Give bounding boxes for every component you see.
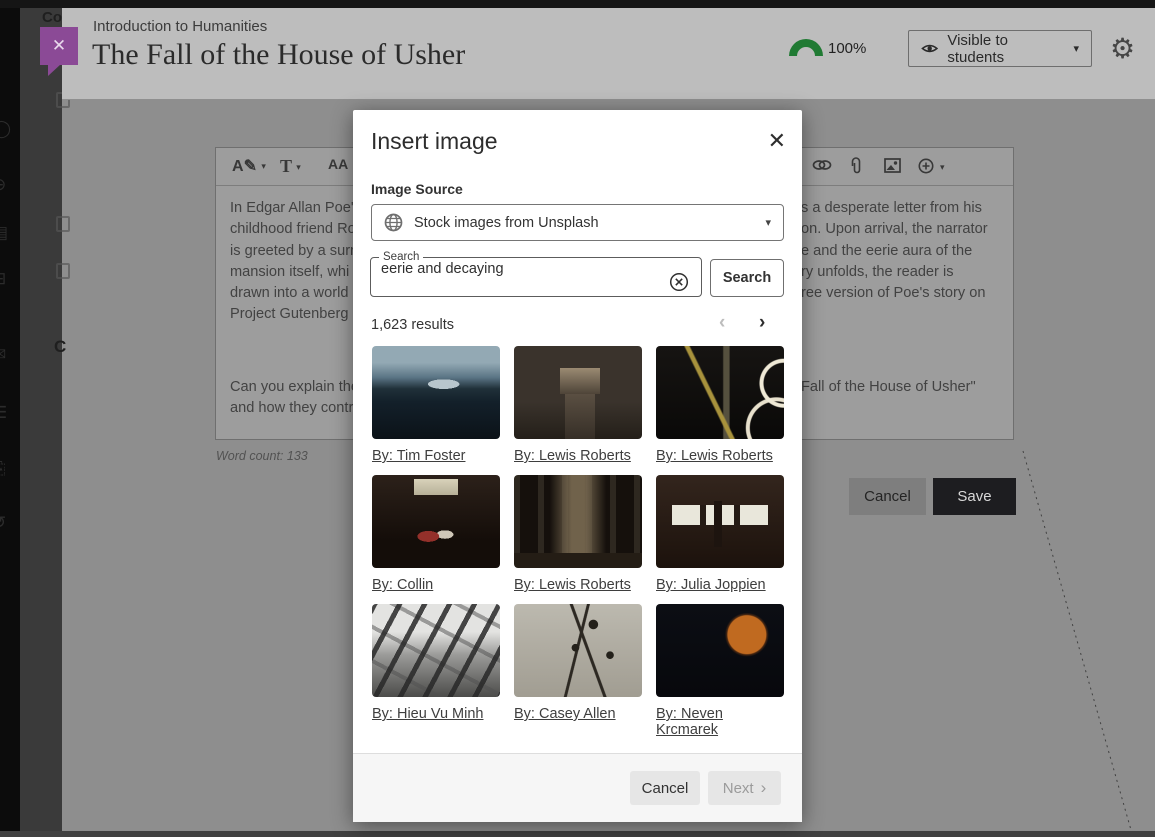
stock-image-abandoned-hall[interactable] xyxy=(372,475,500,568)
search-input[interactable] xyxy=(371,261,621,285)
image-results-grid: By: Tim Foster By: Lewis Roberts By: Lew… xyxy=(372,346,787,733)
insert-image-modal: Insert image ✕ Image Source Stock images… xyxy=(353,110,802,822)
image-source-label: Image Source xyxy=(371,181,463,197)
photographer-credit-link[interactable]: By: Tim Foster xyxy=(372,448,465,464)
modal-cancel-button[interactable]: Cancel xyxy=(630,771,700,805)
stock-image-ring-lights[interactable] xyxy=(656,346,784,439)
photographer-credit-link[interactable]: By: Lewis Roberts xyxy=(514,577,631,593)
image-source-value: Stock images from Unsplash xyxy=(414,215,599,231)
photographer-credit-link[interactable]: By: Casey Allen xyxy=(514,706,616,722)
image-result-cell: By: Lewis Roberts xyxy=(656,346,784,475)
stock-image-corridor[interactable] xyxy=(514,475,642,568)
previous-page-icon: ‹ xyxy=(719,312,725,334)
stock-image-plane-wreck[interactable] xyxy=(372,346,500,439)
stock-image-phone-booth[interactable] xyxy=(514,346,642,439)
stock-image-ruins[interactable] xyxy=(372,604,500,697)
image-result-cell: By: Casey Allen xyxy=(514,604,642,733)
photographer-credit-link[interactable]: By: Collin xyxy=(372,577,433,593)
caret-down-icon: ▾ xyxy=(765,216,771,229)
image-source-select[interactable]: Stock images from Unsplash ▾ xyxy=(371,204,784,241)
image-result-cell: By: Hieu Vu Minh xyxy=(372,604,500,733)
next-page-icon[interactable]: › xyxy=(759,312,765,334)
clear-search-icon[interactable] xyxy=(669,272,689,297)
modal-title: Insert image xyxy=(371,128,498,155)
stock-image-dark-room[interactable] xyxy=(656,475,784,568)
image-result-cell: By: Lewis Roberts xyxy=(514,475,642,604)
bottom-band xyxy=(0,831,1155,837)
next-chevron-icon: › xyxy=(761,778,767,798)
photographer-credit-link[interactable]: By: Julia Joppien xyxy=(656,577,766,593)
image-result-cell: By: Neven Krcmarek xyxy=(656,604,784,733)
close-icon[interactable]: ✕ xyxy=(768,128,786,154)
modal-footer: Cancel Next › xyxy=(353,753,802,822)
search-fieldset: Search xyxy=(370,251,702,297)
image-result-cell: By: Tim Foster xyxy=(372,346,500,475)
photographer-credit-link[interactable]: By: Lewis Roberts xyxy=(656,448,773,464)
modal-next-button[interactable]: Next › xyxy=(708,771,781,805)
results-count: 1,623 results xyxy=(371,317,454,333)
search-button[interactable]: Search xyxy=(710,259,784,297)
image-result-cell: By: Lewis Roberts xyxy=(514,346,642,475)
photographer-credit-link[interactable]: By: Neven Krcmarek xyxy=(656,706,784,738)
photographer-credit-link[interactable]: By: Hieu Vu Minh xyxy=(372,706,483,722)
close-panel-button[interactable]: ✕ xyxy=(40,27,78,65)
image-result-cell: By: Collin xyxy=(372,475,500,604)
image-result-cell: By: Julia Joppien xyxy=(656,475,784,604)
stock-image-orange-moon[interactable] xyxy=(656,604,784,697)
stock-image-vultures-tree[interactable] xyxy=(514,604,642,697)
photographer-credit-link[interactable]: By: Lewis Roberts xyxy=(514,448,631,464)
globe-icon xyxy=(384,213,403,232)
